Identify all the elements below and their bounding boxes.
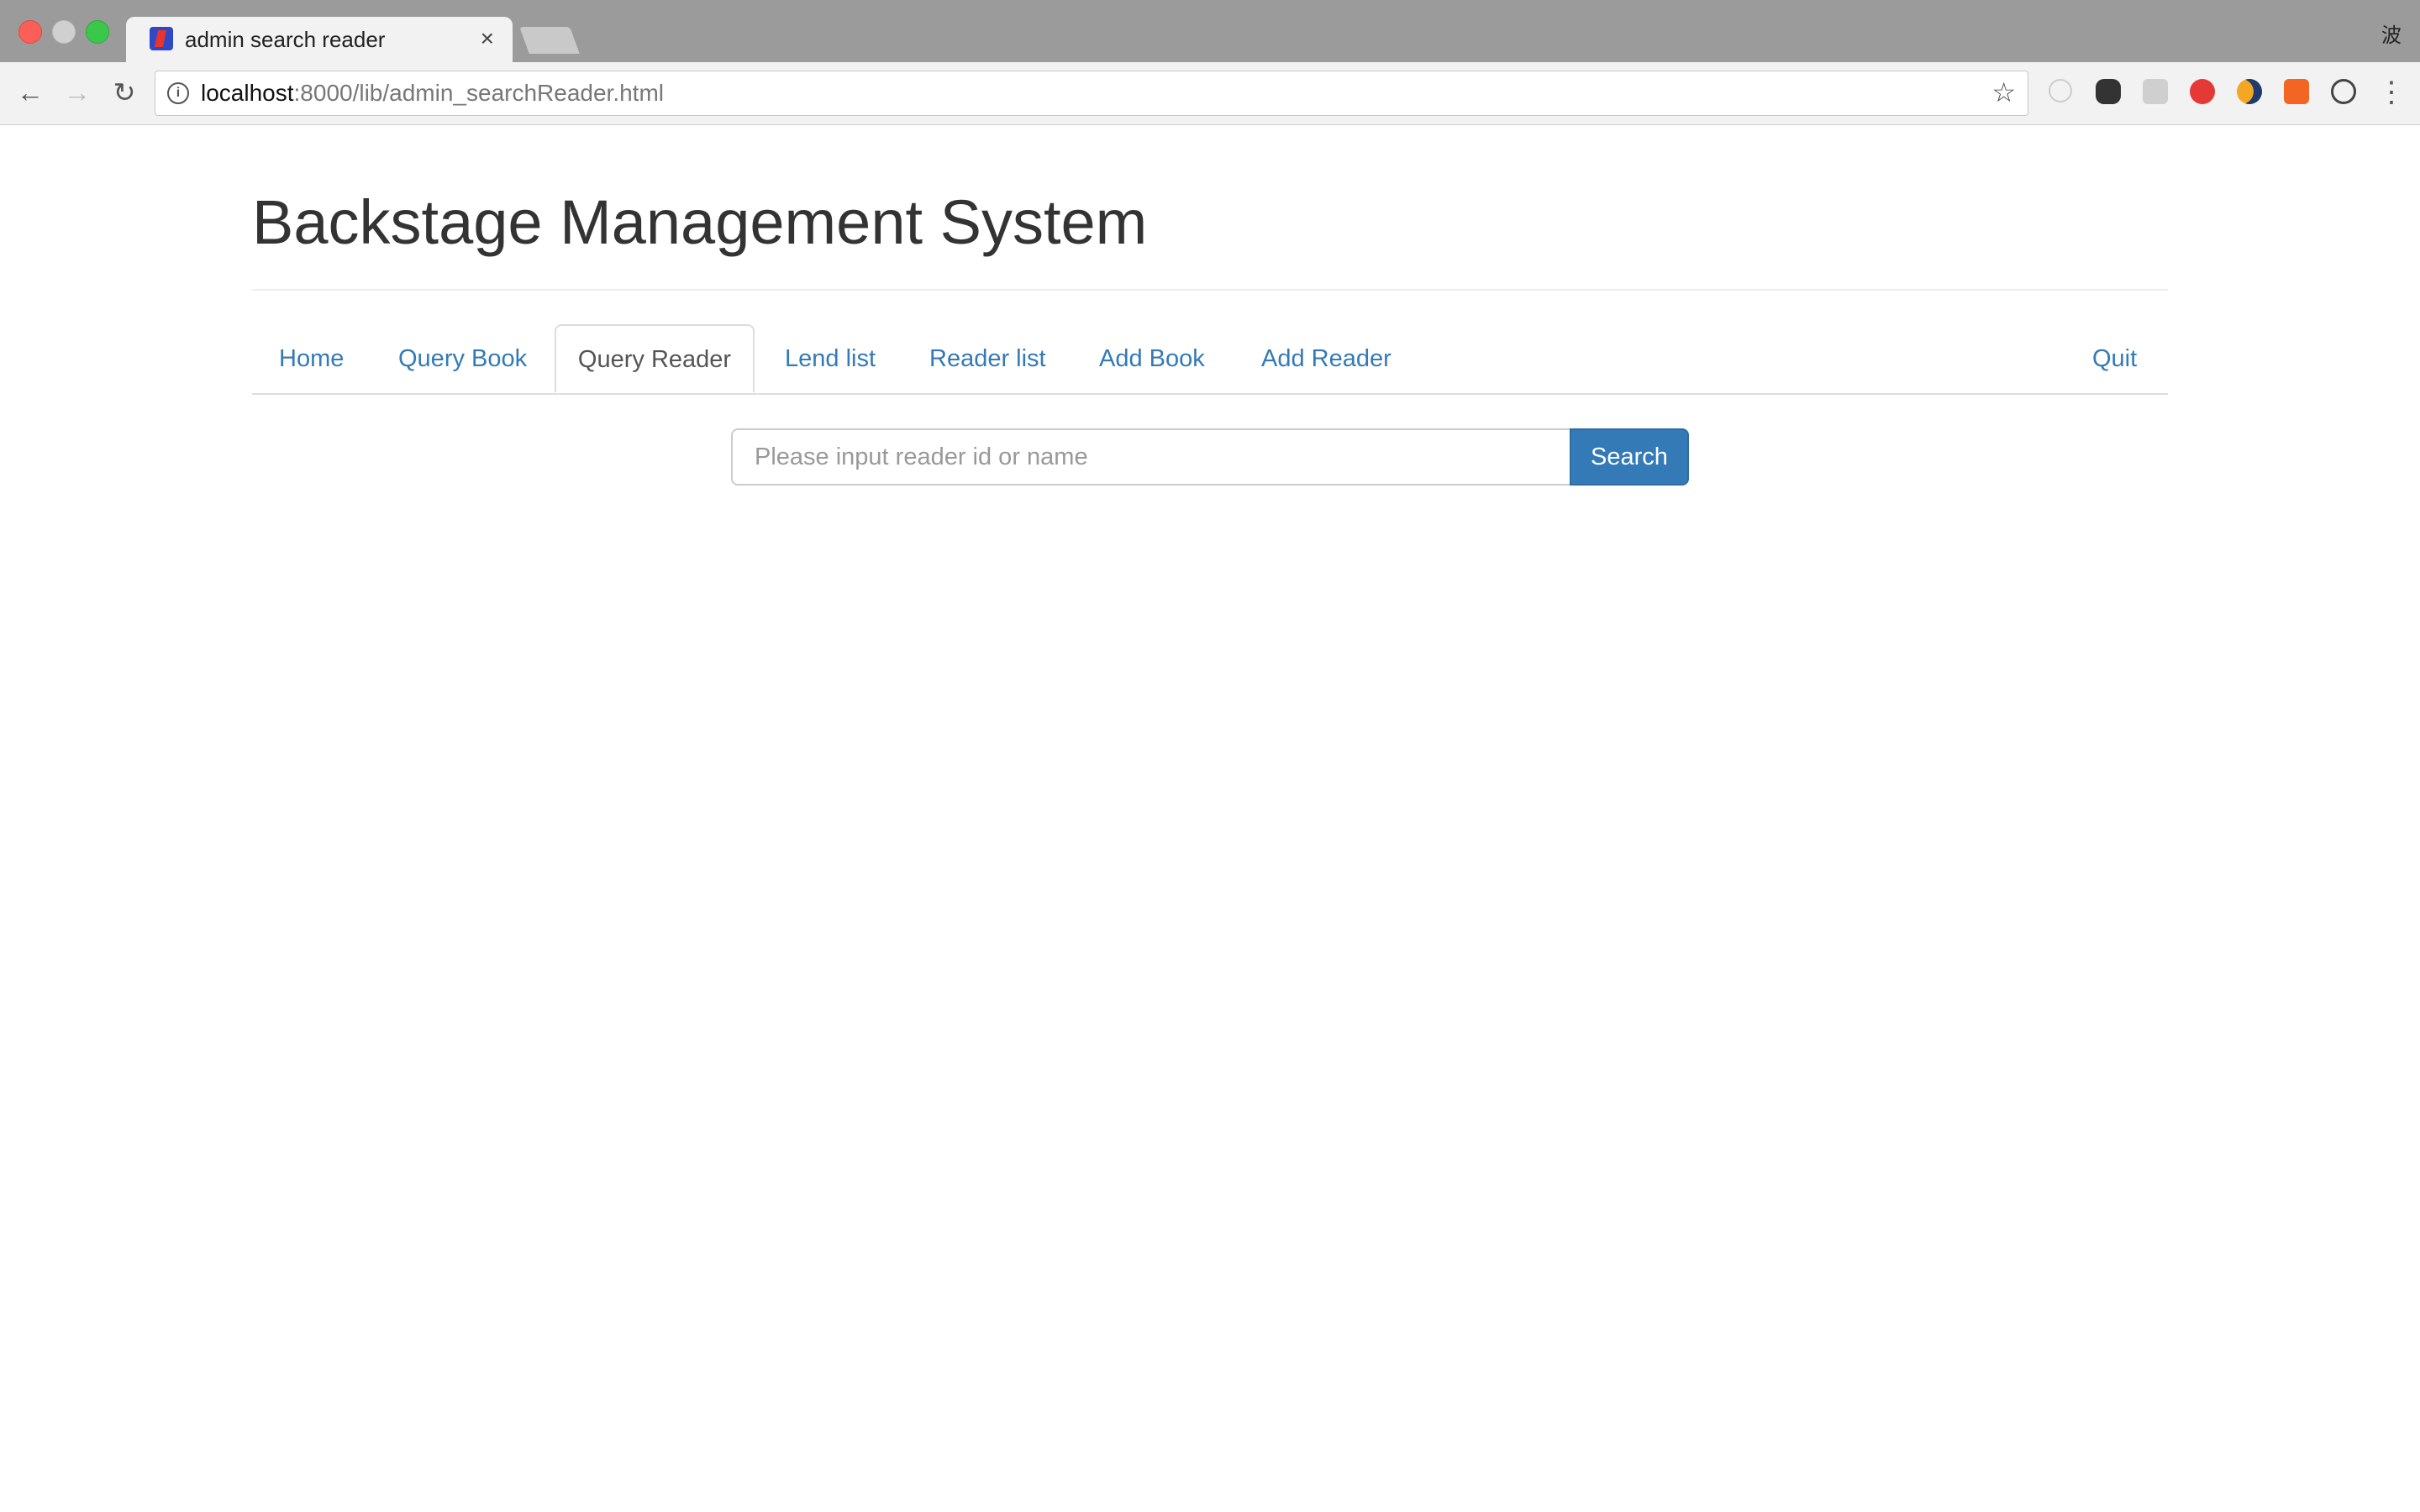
search-form: Search [731,428,1689,486]
maximize-window-button[interactable] [86,20,109,44]
main-nav-tabs: Home Query Book Query Reader Lend list R… [252,324,2168,395]
url-text: localhost:8000/lib/admin_searchReader.ht… [201,80,664,107]
address-bar[interactable]: i localhost:8000/lib/admin_searchReader.… [155,71,2028,116]
tab-close-icon[interactable]: × [481,25,494,52]
bookmark-star-icon[interactable]: ☆ [1991,76,2016,108]
search-button[interactable]: Search [1570,428,1689,486]
page-title: Backstage Management System [252,187,1148,257]
browser-menu-icon[interactable]: ⋮ [2375,76,2408,109]
tab-add-book[interactable]: Add Book [1099,324,1205,393]
password-extension-icon[interactable] [2331,79,2356,104]
minimize-window-button[interactable] [52,20,76,44]
profile-button[interactable]: 波 [2381,18,2402,48]
extension-grey-icon[interactable] [2143,79,2168,104]
extension-circle-icon[interactable] [2237,79,2262,104]
browser-toolbar: ← → ↻ i localhost:8000/lib/admin_searchR… [0,62,2420,125]
adblock-extension-icon[interactable] [2190,79,2215,104]
tab-reader-list[interactable]: Reader list [929,324,1046,393]
close-window-button[interactable] [18,20,42,44]
new-tab-button[interactable] [519,27,580,54]
tab-add-reader[interactable]: Add Reader [1261,324,1392,393]
browser-tab-active[interactable]: admin search reader × [126,17,513,62]
quit-link[interactable]: Quit [2092,324,2137,393]
reader-search-input[interactable] [731,428,1571,486]
url-path: :8000/lib/admin_searchReader.html [293,80,664,106]
info-icon[interactable]: i [167,82,189,104]
reload-icon[interactable]: ↻ [108,76,141,109]
back-icon[interactable]: ← [13,76,47,109]
extension-orange-icon[interactable] [2284,79,2309,104]
extension-play-icon[interactable] [2049,79,2072,102]
favicon-icon [150,27,173,50]
tab-title: admin search reader [185,27,386,52]
forward-icon[interactable]: → [60,76,94,109]
evernote-extension-icon[interactable] [2096,79,2121,104]
tab-home[interactable]: Home [279,324,344,393]
url-host: localhost [201,80,294,106]
page-header: Backstage Management System [252,168,2168,291]
browser-titlebar: admin search reader × 波 [0,0,2420,62]
tab-query-book[interactable]: Query Book [398,324,527,393]
tab-lend-list[interactable]: Lend list [785,324,876,393]
tab-query-reader[interactable]: Query Reader [555,324,755,393]
